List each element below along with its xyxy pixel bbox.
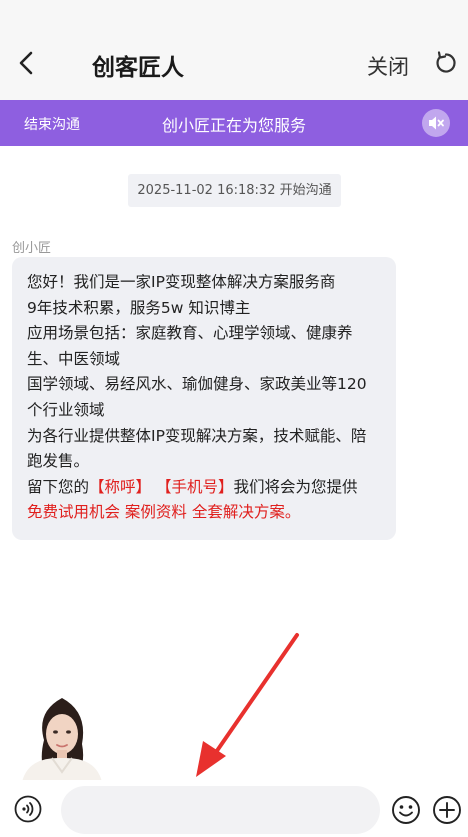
offer-highlight: 免费试用机会 案例资料 全套解决方案。 [27,503,301,522]
top-navigation-bar: 创客匠人 关闭 [0,0,468,100]
message-input[interactable] [61,786,380,834]
chat-page: 创客匠人 关闭 结束沟通 创小匠正在为您服务 2025-11-02 16:18:… [0,0,468,837]
message-line: 您好！我们是一家IP变现整体解决方案服务商 [27,273,336,291]
service-status-text: 创小匠正在为您服务 [161,116,306,135]
message-input-bar [0,780,468,837]
emoji-icon[interactable] [391,795,421,825]
message-line: 留下您的【称呼】 【手机号】我们将会为您提供 [27,475,382,501]
back-arrow-icon[interactable] [14,49,42,77]
message-line: 跑发售。 [27,452,90,471]
message-line: 为各行业提供整体IP变现解决方案，技术赋能、陪 [27,426,367,445]
chat-start-timestamp: 2025-11-02 16:18:32 开始沟通 [128,174,341,207]
sender-name: 创小匠 [12,241,52,256]
mute-speaker-icon[interactable] [422,109,450,137]
message-text: 留下您的 [27,477,90,496]
close-button[interactable]: 关闭 [367,51,409,81]
message-bubble: 您好！我们是一家IP变现整体解决方案服务商 9年技术积累，服务5w 知识博主 应… [12,257,396,540]
page-title: 创客匠人 [92,55,184,81]
refresh-icon[interactable] [433,50,459,76]
voice-input-icon[interactable] [14,795,42,823]
service-status-bar: 结束沟通 创小匠正在为您服务 [0,100,468,146]
message-line: 9年技术积累，服务5w 知识博主 [27,298,251,317]
message-text: 我们将会为您提供 [233,477,358,496]
name-highlight: 【称呼】 [89,477,152,496]
message-line: 应用场景包括：家庭教育、心理学领域、健康养 [27,324,353,343]
message-line: 生、中医领域 [27,349,121,368]
message-line: 国学领域、易经风水、瑜伽健身、家政美业等120 [27,375,367,394]
add-attachment-icon[interactable] [432,795,462,825]
message-line: 个行业领域 [27,400,105,419]
phone-highlight: 【手机号】 [155,477,234,496]
assistant-avatar [14,692,110,782]
